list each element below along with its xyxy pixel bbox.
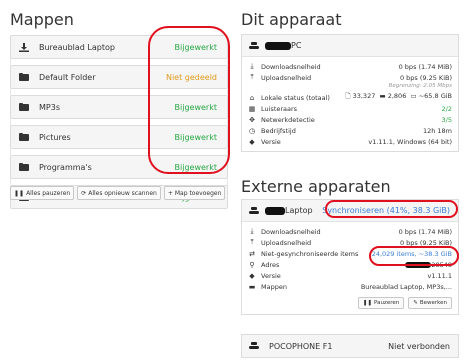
exchange-icon: ⇄ [249, 249, 255, 258]
remote-device-name: Laptop [285, 206, 313, 215]
folder-row-default-folder[interactable]: Default Folder Niet gedeeld [10, 65, 228, 89]
device-avatar-icon [249, 341, 259, 351]
folder-status: Bijgewerkt [174, 132, 217, 142]
clock-icon: ◷ [248, 126, 256, 135]
rescan-all-button[interactable]: ⟳ Alles opnieuw scannen [77, 186, 161, 200]
remote-device-pocophone-panel: POCOPHONE F1 Niet verbonden [241, 334, 459, 358]
refresh-icon: ⟳ [81, 189, 87, 197]
download-rate-row: ⤓ Downloadsnelheid 0 bps (1.74 MiB) [242, 61, 458, 72]
folder-row-mp3s[interactable]: MP3s Bijgewerkt [10, 95, 228, 119]
folders-title: Mappen [10, 10, 74, 29]
out-of-sync-row: ⇄ Niet-gesynchroniseerde items 24,029 it… [249, 249, 452, 258]
folder-status: Bijgewerkt [174, 162, 217, 172]
version-row: ◆ Versie v1.11.1, Windows (64 bit) [249, 137, 452, 146]
sync-status: Synchroniseren (41%, 38.3 GiB) [322, 206, 450, 215]
version-row: ◆ Versie v1.11.1 [249, 271, 452, 280]
pause-all-button[interactable]: ❚❚ Alles pauzeren [10, 186, 75, 200]
drive-icon: ▭ [410, 92, 417, 100]
folder-status: Niet gedeeld [165, 72, 217, 82]
add-folder-label: Map toevoegen [174, 189, 222, 197]
redacted-address [405, 261, 432, 268]
this-device-panel: PC ⤓ Downloadsnelheid 0 bps (1.74 MiB) ⤒… [241, 34, 459, 152]
uptime-row: ◷ Bedrijfstijd 12h 18m [248, 126, 452, 135]
pause-icon: ❚❚ [14, 189, 25, 197]
folder-status: Bijgewerkt [174, 102, 217, 112]
tag-icon: ◆ [249, 271, 255, 280]
upload-rate-row: ⤒ Uploadsnelheid 0 bps (9.25 KiB) [242, 237, 458, 248]
redacted-name [265, 41, 291, 50]
sitemap-icon: ▦ [248, 104, 256, 113]
pause-all-label: Alles pauzeren [26, 189, 71, 197]
redacted-name [265, 206, 285, 215]
remote-device-laptop-panel: Laptop Synchroniseren (41%, 38.3 GiB) ⤓ … [241, 199, 459, 315]
connection-status: Niet verbonden [388, 341, 450, 351]
folder-name: Default Folder [39, 72, 96, 82]
remote-device-name: POCOPHONE F1 [269, 341, 333, 351]
remote-device-laptop-header[interactable]: Laptop Synchroniseren (41%, 38.3 GiB) [242, 200, 458, 222]
signal-icon: ✥ [249, 115, 255, 124]
folder-actions: ❚❚ Alles pauzeren ⟳ Alles opnieuw scanne… [10, 186, 226, 200]
link-icon: ⚲ [249, 260, 255, 269]
upload-rate-row: ⤒ Uploadsnelheid 0 bps (9.25 KiB) [242, 72, 458, 83]
listeners-row: ▦ Luisteraars 2/2 [248, 104, 452, 113]
folder-name: Pictures [39, 132, 71, 142]
discovery-row: ✥ Netwerkdetectie 3/5 [249, 115, 452, 124]
device-avatar-icon [249, 41, 259, 51]
folder-row-programmas[interactable]: Programma's Bijgewerkt [10, 155, 228, 179]
upload-icon: ⤒ [250, 238, 254, 246]
folder-icon [19, 133, 29, 141]
folder-name: Bureaublad Laptop [39, 42, 115, 52]
address-row: ⚲ Adres 28549 [249, 260, 452, 269]
this-device-title: Dit apparaat [241, 10, 342, 29]
remote-device-pocophone-header[interactable]: POCOPHONE F1 Niet verbonden [242, 335, 458, 357]
remote-devices-title: Externe apparaten [241, 177, 391, 196]
folder-icon [19, 163, 29, 171]
this-device-name: PC [291, 41, 302, 50]
this-device-header[interactable]: PC [242, 35, 458, 57]
edit-device-button[interactable]: ✎ Bewerken [408, 297, 452, 309]
download-icon: ⤓ [250, 62, 254, 70]
plus-icon: + [167, 189, 173, 197]
download-icon: ⤓ [250, 227, 254, 235]
file-icon: 🗋 [345, 92, 351, 100]
local-state-row: ⌂ Lokale status (totaal) 🗋 33,327 ▬ 2,80… [249, 92, 452, 102]
folder-icon [19, 73, 29, 81]
folder-status: Bijgewerkt [174, 42, 217, 52]
upload-icon: ⤒ [250, 73, 254, 81]
pause-device-button[interactable]: ❚❚ Pauzeren [357, 297, 405, 309]
out-of-sync-link[interactable]: 24,029 items, ~38.3 GiB [372, 250, 452, 258]
rate-limit-note: Begrenzing: 2.05 Mbps [388, 83, 452, 89]
folder-name: Programma's [39, 162, 92, 172]
pause-icon: ❚❚ [362, 300, 372, 306]
folder-row-bureaublad-laptop[interactable]: Bureaublad Laptop Bijgewerkt [10, 35, 228, 59]
tag-icon: ◆ [249, 137, 255, 146]
folder-list: Bureaublad Laptop Bijgewerkt Default Fol… [10, 35, 228, 209]
download-icon [19, 43, 29, 52]
device-avatar-icon [249, 206, 259, 216]
folder-name: MP3s [39, 102, 60, 112]
folder-icon: ▬ [248, 282, 256, 291]
add-folder-button[interactable]: + Map toevoegen [163, 186, 226, 200]
folder-row-pictures[interactable]: Pictures Bijgewerkt [10, 125, 228, 149]
home-icon: ⌂ [249, 93, 255, 102]
rescan-all-label: Alles opnieuw scannen [88, 189, 157, 197]
folder-icon: ▬ [379, 92, 386, 100]
download-rate-row: ⤓ Downloadsnelheid 0 bps (1.74 MiB) [242, 226, 458, 237]
pencil-icon: ✎ [413, 300, 418, 306]
folder-icon [19, 103, 29, 111]
folders-row: ▬ Mappen Bureaublad Laptop, MP3s,... [248, 282, 452, 291]
